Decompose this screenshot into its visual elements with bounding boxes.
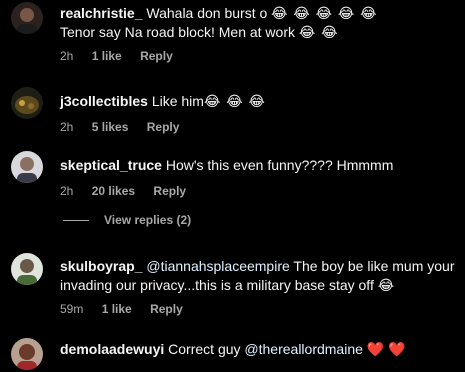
likes-count[interactable]: 20 likes	[92, 184, 135, 198]
comment-text: Like him	[151, 93, 204, 109]
avatar[interactable]	[11, 338, 43, 370]
comment-username[interactable]: j3collectibles	[60, 93, 148, 109]
comment-text: Wahala don burst o	[146, 5, 268, 21]
view-replies-button[interactable]: View replies (2)	[63, 213, 191, 227]
divider	[63, 220, 89, 222]
view-replies-label: View replies (2)	[104, 213, 192, 227]
reply-button[interactable]: Reply	[150, 302, 183, 316]
comment-username[interactable]: demolaadewuyi	[60, 341, 164, 357]
emoji: 😂 😂	[298, 24, 339, 40]
likes-count[interactable]: 5 likes	[92, 120, 129, 134]
avatar[interactable]	[11, 253, 43, 285]
mention-link[interactable]: @tiannahsplaceempire	[146, 258, 289, 274]
likes-count[interactable]: 1 like	[92, 49, 122, 63]
comment-text: Tenor say Na road block! Men at work	[60, 24, 295, 40]
comment-time: 59m	[60, 302, 84, 316]
reply-button[interactable]: Reply	[147, 120, 180, 134]
comment-time: 2h	[60, 120, 74, 134]
reply-button[interactable]: Reply	[140, 49, 173, 63]
avatar[interactable]	[11, 87, 43, 119]
comment-username[interactable]: skeptical_truce	[60, 157, 162, 173]
comment-text: invading our privacy...this is a militar…	[60, 277, 374, 293]
comment-time: 2h	[60, 49, 74, 63]
reply-button[interactable]: Reply	[153, 184, 186, 198]
comment-text: Correct guy	[168, 341, 241, 357]
comment-time: 2h	[60, 184, 74, 198]
comment-username[interactable]: realchristie_	[60, 5, 143, 21]
comment-text: How's this even funny???? Hmmmm	[165, 157, 394, 173]
mention-link[interactable]: @thereallordmaine	[244, 341, 363, 357]
heart-icon: ❤️ ❤️	[366, 341, 406, 357]
avatar[interactable]	[11, 151, 43, 183]
comment-text: The boy be like mum your	[293, 258, 455, 274]
comment-username[interactable]: skulboyrap_	[60, 258, 142, 274]
emoji: 😂 😂 😂	[203, 93, 266, 109]
emoji: 😂 😂 😂 😂 😂	[271, 5, 378, 21]
emoji: 😂	[377, 277, 396, 293]
avatar[interactable]	[11, 2, 43, 34]
likes-count[interactable]: 1 like	[102, 302, 132, 316]
